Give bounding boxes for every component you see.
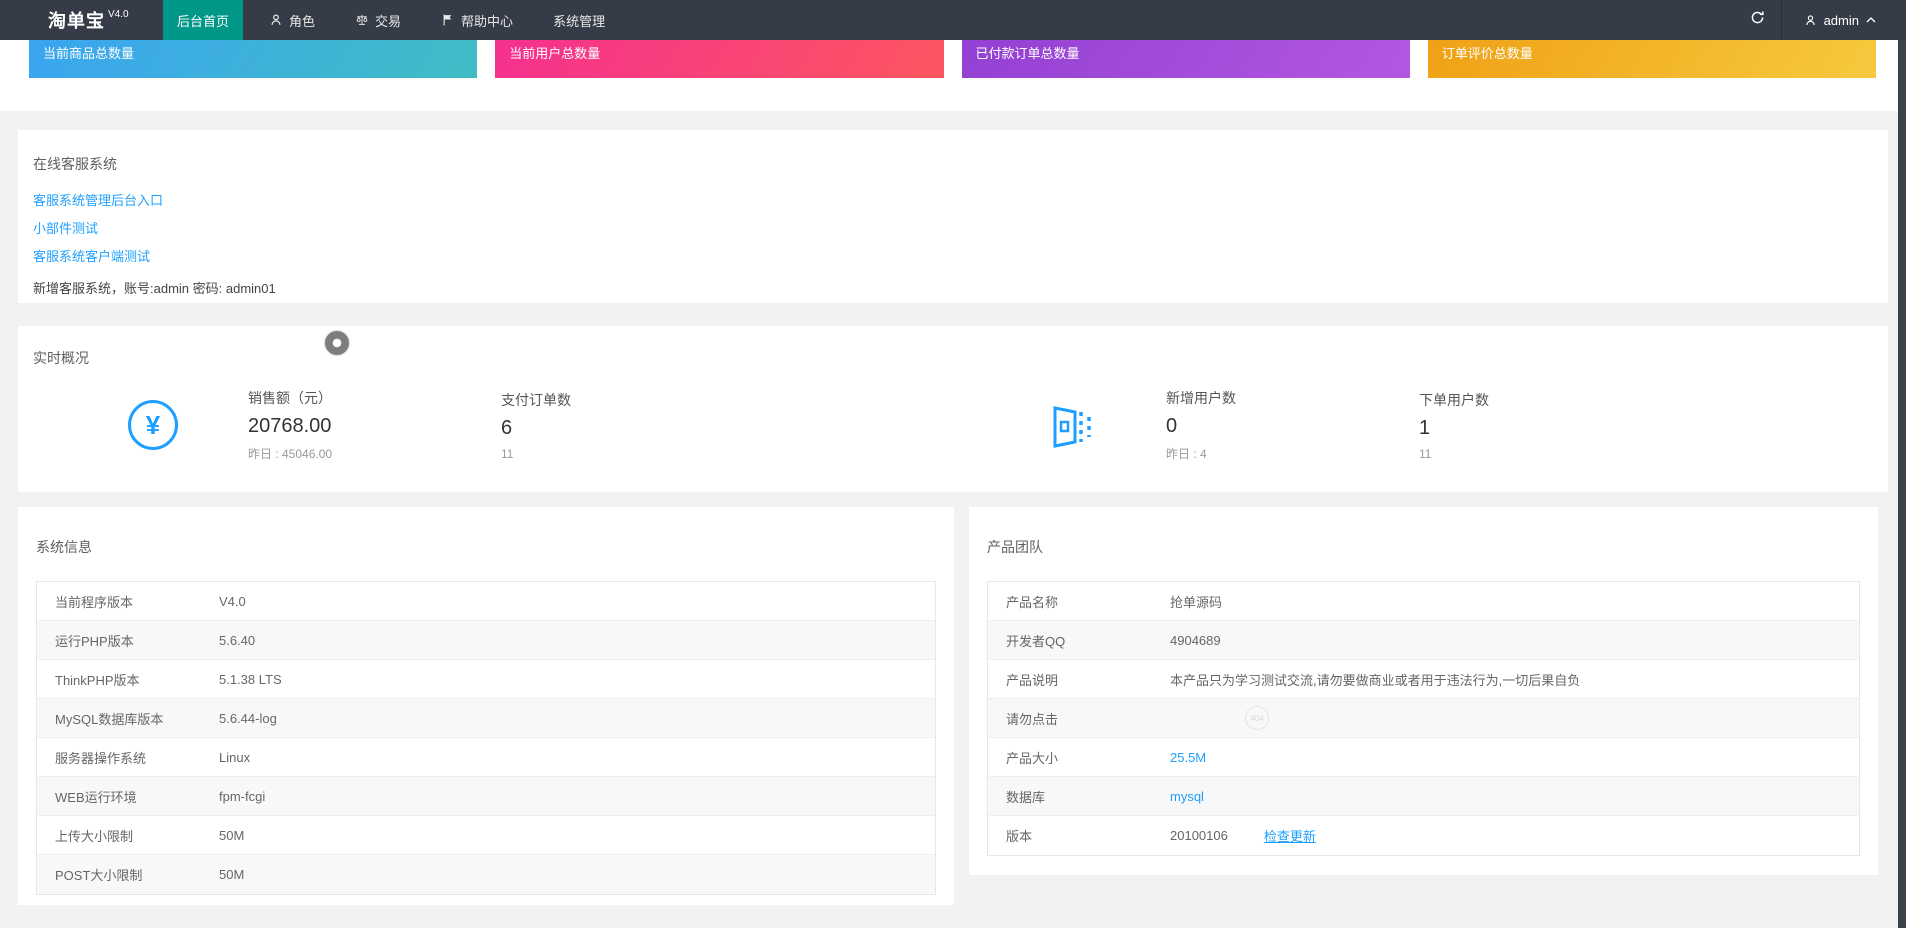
nav-item-trade[interactable]: 交易 bbox=[341, 0, 415, 40]
panel-title: 产品团队 bbox=[987, 537, 1860, 557]
realtime-overview-panel: 实时概况 ¥ 销售额（元） 20768.00 昨日 : 45046.00 支付订… bbox=[18, 326, 1888, 492]
badge-404[interactable]: 404 bbox=[1245, 706, 1269, 730]
app-logo: 淘单宝 V4.0 bbox=[0, 0, 163, 40]
card-paid-orders: 已付款订单总数量 bbox=[962, 40, 1410, 78]
check-update-link[interactable]: 检查更新 bbox=[1264, 826, 1316, 845]
top-navbar: 淘单宝 V4.0 后台首页 角色 交易 帮助中心 bbox=[0, 0, 1906, 40]
panel-title: 在线客服系统 bbox=[33, 154, 1873, 174]
system-info-panel: 系统信息 当前程序版本 V4.0 运行PHP版本 5.6.40 ThinkPHP… bbox=[18, 507, 954, 905]
stat-paid-order-count: 支付订单数 6 11 bbox=[501, 390, 754, 461]
card-total-users: 当前用户总数量 bbox=[495, 40, 943, 78]
service-credentials-note: 新增客服系统，账号:admin 密码: admin01 bbox=[33, 278, 1873, 297]
table-row: WEB运行环境 fpm-fcgi bbox=[37, 777, 935, 816]
table-row: 开发者QQ 4904689 bbox=[988, 621, 1859, 660]
nav-item-roles[interactable]: 角色 bbox=[255, 0, 329, 40]
database-link[interactable]: mysql bbox=[1170, 789, 1204, 804]
product-size-link[interactable]: 25.5M bbox=[1170, 750, 1206, 765]
table-row: 上传大小限制 50M bbox=[37, 816, 935, 855]
table-row: ThinkPHP版本 5.1.38 LTS bbox=[37, 660, 935, 699]
user-menu[interactable]: admin bbox=[1781, 0, 1906, 40]
building-icon bbox=[1048, 401, 1096, 449]
refresh-button[interactable] bbox=[1735, 0, 1781, 40]
app-version: V4.0 bbox=[108, 9, 129, 20]
floating-dot-widget bbox=[325, 331, 349, 355]
refresh-icon bbox=[1750, 10, 1765, 30]
table-row: 版本 20100106 检查更新 bbox=[988, 816, 1859, 855]
card-total-products: 当前商品总数量 bbox=[29, 40, 477, 78]
user-icon bbox=[1804, 14, 1817, 27]
nav-item-system-settings[interactable]: 系统管理 bbox=[539, 0, 619, 40]
chevron-up-icon bbox=[1866, 17, 1876, 23]
system-info-table: 当前程序版本 V4.0 运行PHP版本 5.6.40 ThinkPHP版本 5.… bbox=[36, 581, 936, 895]
card-label: 当前用户总数量 bbox=[509, 46, 600, 61]
person-icon bbox=[269, 13, 283, 27]
card-label: 当前商品总数量 bbox=[43, 46, 134, 61]
table-row: 运行PHP版本 5.6.40 bbox=[37, 621, 935, 660]
nav-item-label: 后台首页 bbox=[177, 11, 229, 30]
sales-stats-group: ¥ 销售额（元） 20768.00 昨日 : 45046.00 支付订单数 6 … bbox=[33, 388, 953, 462]
version-value: 20100106 bbox=[1170, 828, 1228, 843]
app-title: 淘单宝 bbox=[48, 7, 105, 33]
scales-icon bbox=[355, 13, 369, 27]
user-stats-group: 新增用户数 0 昨日 : 4 下单用户数 1 11 bbox=[953, 388, 1873, 462]
stat-ordering-users: 下单用户数 1 11 bbox=[1419, 390, 1672, 461]
table-row: MySQL数据库版本 5.6.44-log bbox=[37, 699, 935, 738]
card-label: 已付款订单总数量 bbox=[976, 46, 1080, 61]
panel-title: 系统信息 bbox=[36, 537, 936, 557]
widget-test-link[interactable]: 小部件测试 bbox=[33, 218, 1873, 237]
nav-item-home[interactable]: 后台首页 bbox=[163, 0, 243, 40]
nav-item-label: 交易 bbox=[375, 11, 401, 30]
nav-item-label: 系统管理 bbox=[553, 11, 605, 30]
scrollbar[interactable] bbox=[1898, 40, 1906, 928]
table-row: 数据库 mysql bbox=[988, 777, 1859, 816]
table-row: 当前程序版本 V4.0 bbox=[37, 582, 935, 621]
service-client-test-link[interactable]: 客服系统客户端测试 bbox=[33, 246, 1873, 265]
table-row: 产品大小 25.5M bbox=[988, 738, 1859, 777]
table-row: 服务器操作系统 Linux bbox=[37, 738, 935, 777]
username: admin bbox=[1824, 13, 1859, 28]
stat-new-users: 新增用户数 0 昨日 : 4 bbox=[1166, 388, 1419, 462]
service-admin-entry-link[interactable]: 客服系统管理后台入口 bbox=[33, 190, 1873, 209]
navbar-right: admin bbox=[1735, 0, 1906, 40]
yen-circle-icon: ¥ bbox=[128, 400, 178, 450]
table-row: POST大小限制 50M bbox=[37, 855, 935, 894]
online-service-panel: 在线客服系统 客服系统管理后台入口 小部件测试 客服系统客户端测试 新增客服系统… bbox=[18, 130, 1888, 303]
product-team-table: 产品名称 抢单源码 开发者QQ 4904689 产品说明 本产品只为学习测试交流… bbox=[987, 581, 1860, 856]
nav-item-label: 帮助中心 bbox=[461, 11, 513, 30]
card-order-reviews: 订单评价总数量 bbox=[1428, 40, 1876, 78]
panel-title: 实时概况 bbox=[33, 348, 1873, 368]
stat-sales: 销售额（元） 20768.00 昨日 : 45046.00 bbox=[248, 388, 501, 462]
stat-cards-section: 当前商品总数量 当前用户总数量 已付款订单总数量 订单评价总数量 bbox=[0, 40, 1898, 111]
nav-item-help-center[interactable]: 帮助中心 bbox=[427, 0, 527, 40]
table-row: 请勿点击 404 bbox=[988, 699, 1859, 738]
table-row: 产品名称 抢单源码 bbox=[988, 582, 1859, 621]
product-team-panel: 产品团队 产品名称 抢单源码 开发者QQ 4904689 产品说明 本产品只为学… bbox=[969, 507, 1878, 875]
flag-icon bbox=[441, 13, 455, 27]
table-row: 产品说明 本产品只为学习测试交流,请勿要做商业或者用于违法行为,一切后果自负 bbox=[988, 660, 1859, 699]
nav-item-label: 角色 bbox=[289, 11, 315, 30]
card-label: 订单评价总数量 bbox=[1442, 46, 1533, 61]
